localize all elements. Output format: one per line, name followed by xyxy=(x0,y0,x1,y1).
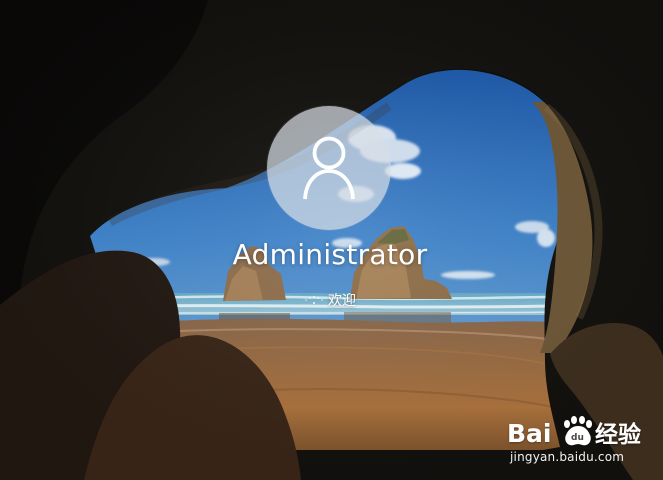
loading-spinner-icon xyxy=(304,295,324,307)
user-icon xyxy=(303,136,355,200)
signin-status: 欢迎 xyxy=(280,291,380,311)
svg-text:经验: 经验 xyxy=(595,421,641,448)
welcome-text: 欢迎 xyxy=(328,293,356,309)
baidu-logo: Bai du 经验 xyxy=(507,416,641,448)
watermark-url: jingyan.baidu.com xyxy=(510,450,625,464)
baidu-jingyan-watermark: Bai du 经验 jingyan.baidu.com xyxy=(507,404,657,470)
user-avatar[interactable] xyxy=(267,106,391,230)
svg-text:du: du xyxy=(571,433,584,443)
username-label: Administrator xyxy=(232,238,428,271)
svg-text:Bai: Bai xyxy=(507,419,552,448)
